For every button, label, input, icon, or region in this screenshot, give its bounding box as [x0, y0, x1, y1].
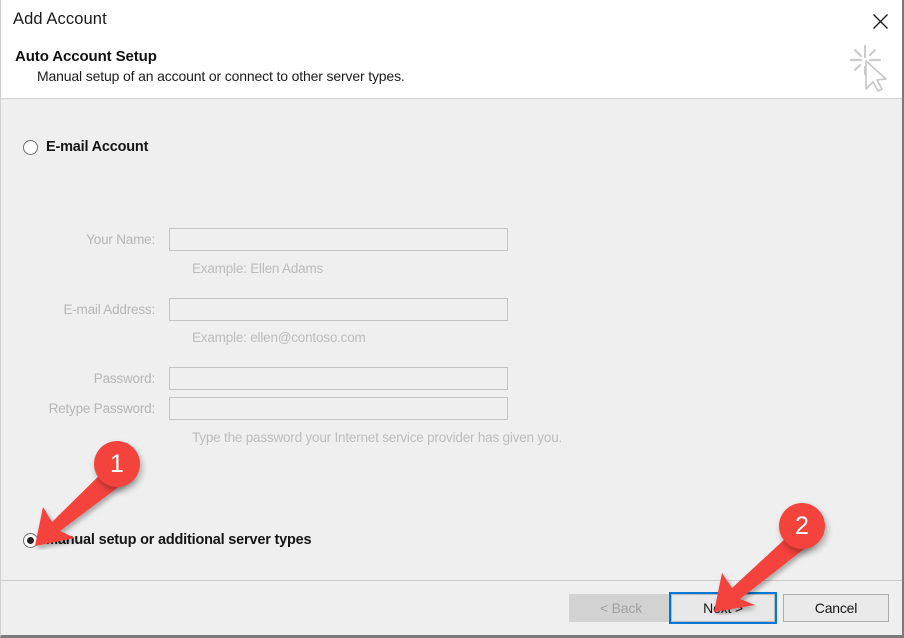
- annotation-badge-1: 1: [94, 441, 140, 487]
- email-address-input[interactable]: [169, 298, 508, 321]
- email-address-hint: Example: ellen@contoso.com: [192, 330, 366, 345]
- your-name-label: Your Name:: [86, 232, 155, 247]
- retype-password-label: Retype Password:: [48, 401, 156, 416]
- radio-email-account-mark: [23, 139, 38, 155]
- radio-manual-setup-label: Manual setup or additional server types: [46, 532, 312, 548]
- dialog-title: Add Account: [13, 10, 107, 28]
- password-hint: Type the password your Internet service …: [192, 430, 563, 445]
- page-subtitle: Manual setup of an account or connect to…: [37, 68, 405, 84]
- cursor-sparkle-icon: [849, 44, 891, 92]
- cancel-button[interactable]: Cancel: [783, 594, 889, 622]
- back-button[interactable]: < Back: [569, 594, 673, 622]
- close-icon[interactable]: [865, 7, 895, 35]
- add-account-dialog: Add Account Auto Account Setup Manual se…: [0, 0, 904, 638]
- page-title: Auto Account Setup: [15, 48, 157, 65]
- dialog-body: E-mail Account Your Name: Example: Ellen…: [1, 100, 902, 580]
- annotation-badge-2: 2: [779, 503, 825, 549]
- radio-manual-setup-mark: [23, 532, 38, 548]
- email-address-label: E-mail Address:: [63, 302, 155, 317]
- next-button[interactable]: Next >: [669, 592, 777, 624]
- password-label: Password:: [93, 371, 155, 386]
- retype-password-input[interactable]: [169, 397, 508, 420]
- your-name-input[interactable]: [169, 228, 508, 251]
- dialog-header: Add Account Auto Account Setup Manual se…: [1, 0, 902, 99]
- dialog-footer: < Back Next > Cancel: [1, 580, 902, 635]
- radio-manual-setup[interactable]: Manual setup or additional server types: [23, 532, 312, 548]
- radio-email-account[interactable]: E-mail Account: [23, 139, 148, 155]
- next-button-label: Next >: [671, 594, 775, 622]
- radio-email-account-label: E-mail Account: [46, 139, 149, 155]
- your-name-hint: Example: Ellen Adams: [192, 261, 324, 276]
- password-input[interactable]: [169, 367, 508, 390]
